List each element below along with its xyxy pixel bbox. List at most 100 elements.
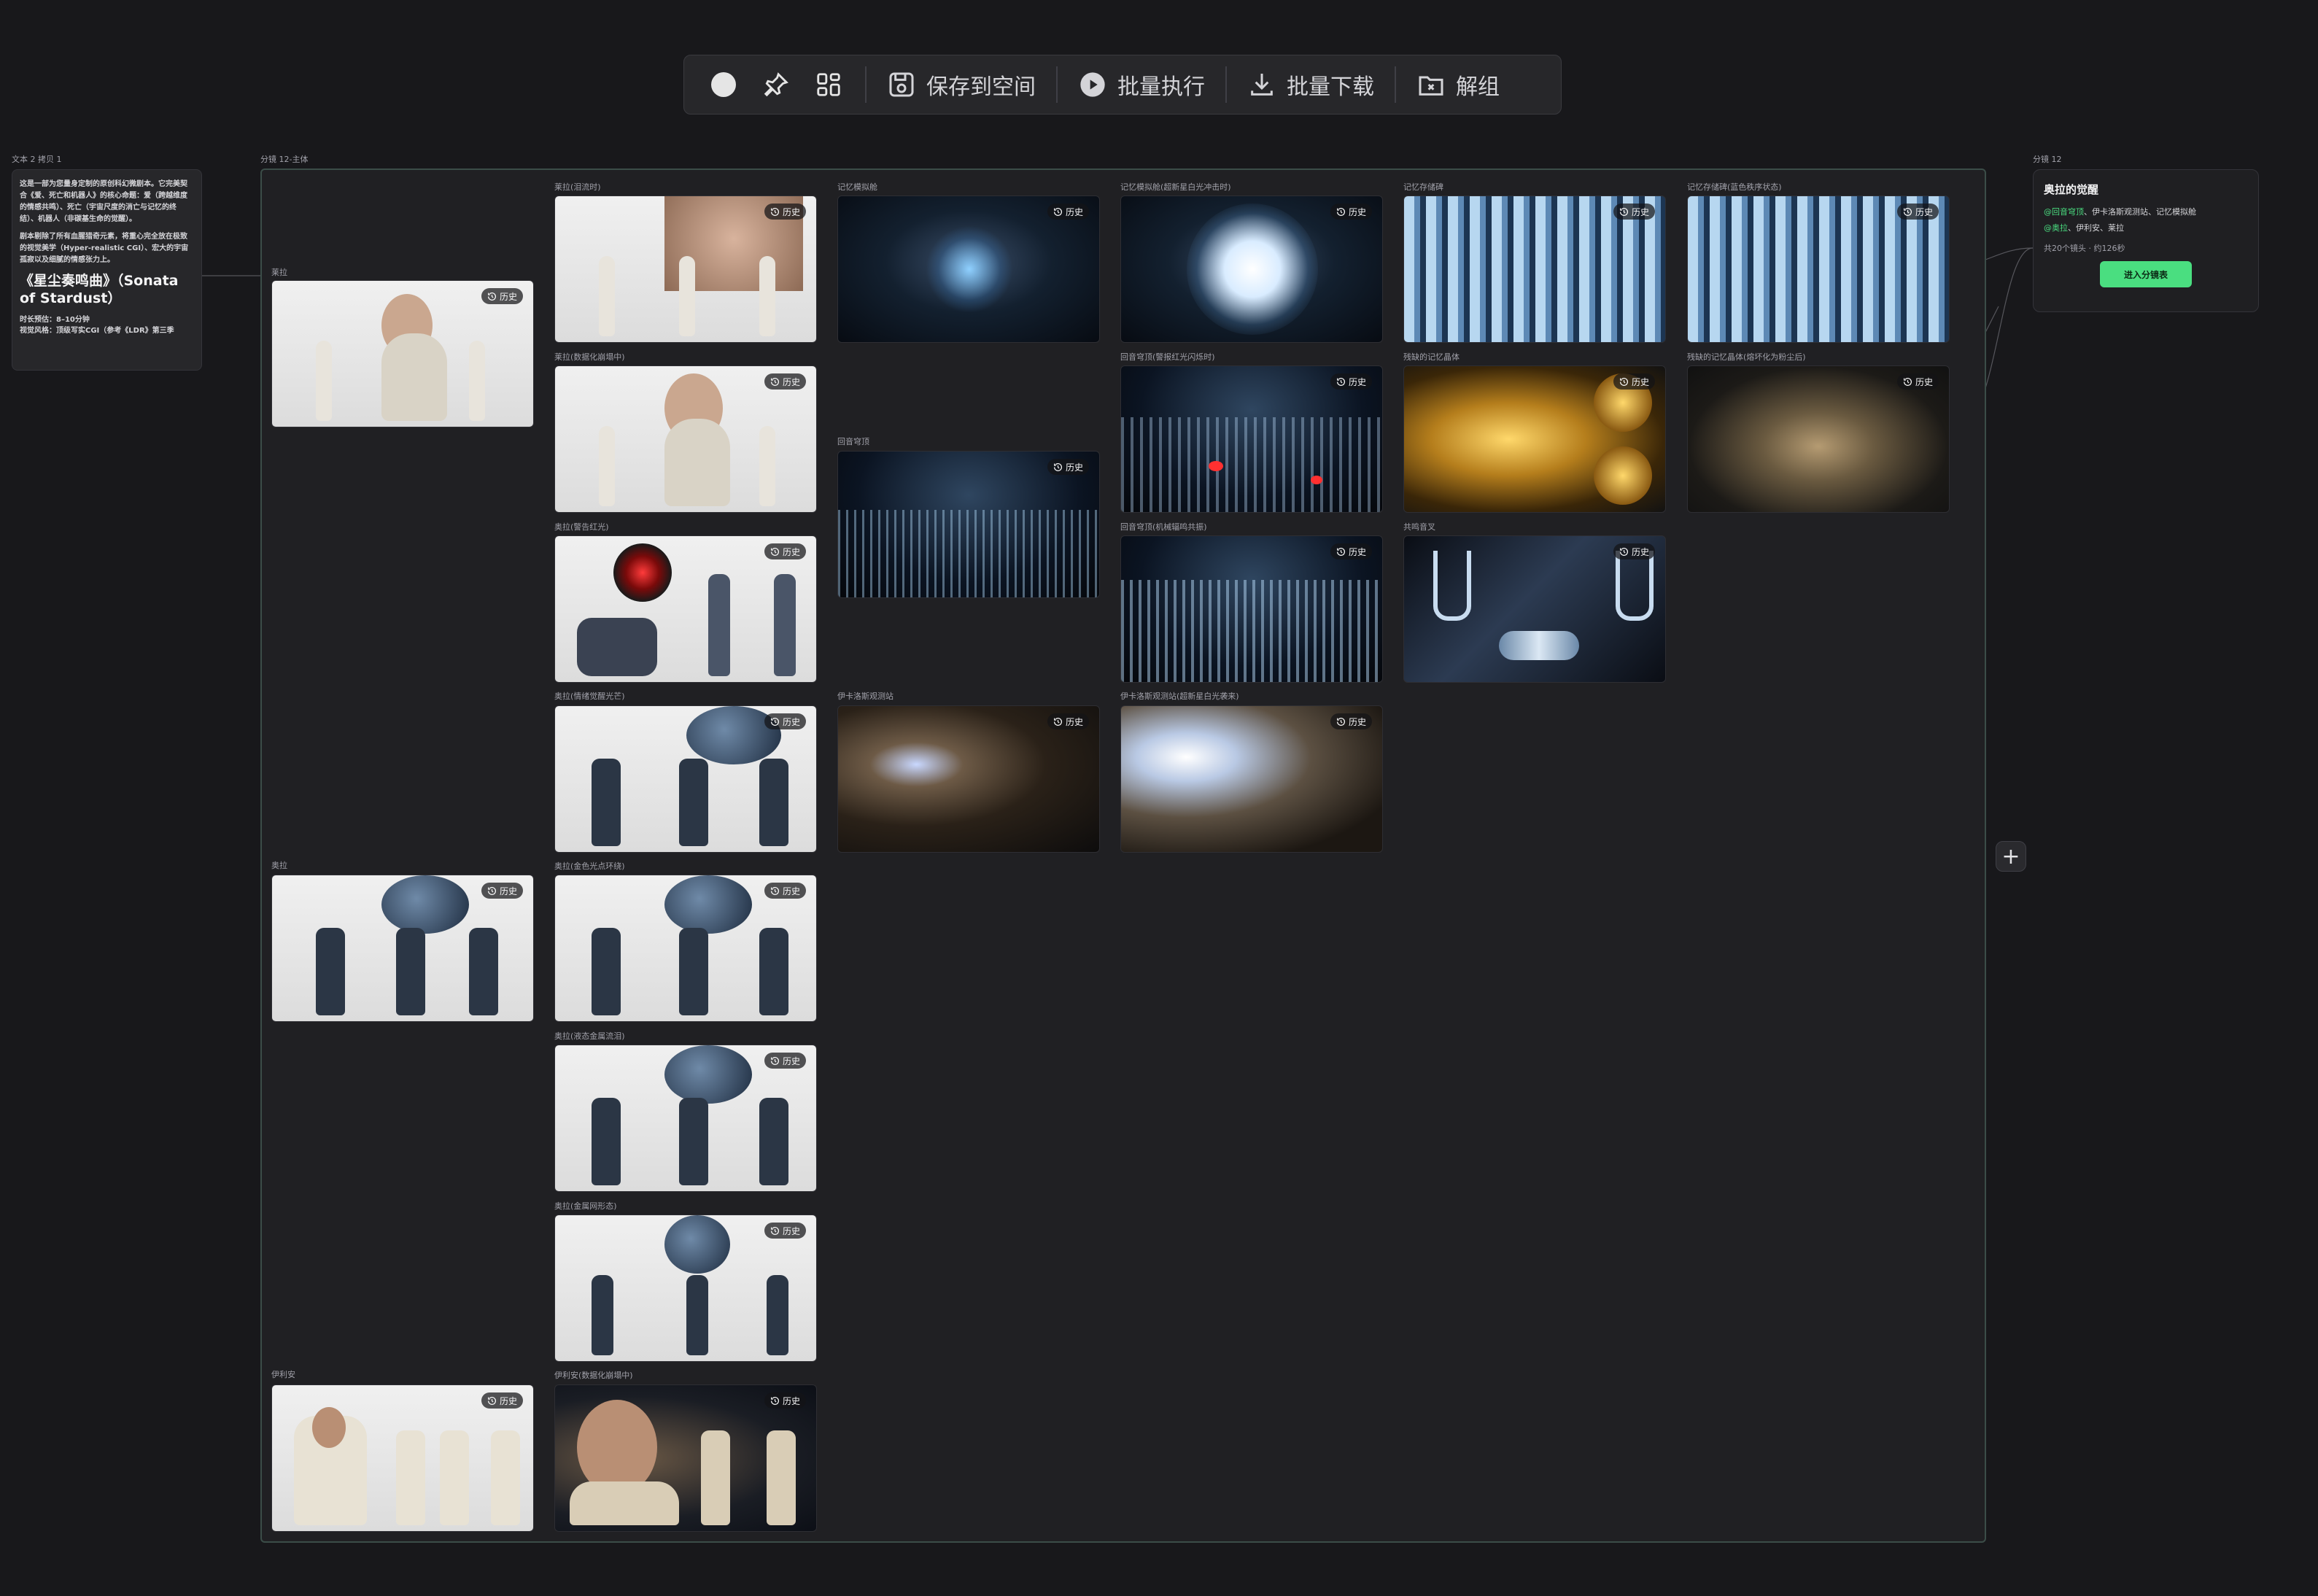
history-button[interactable]: 历史: [1330, 204, 1372, 220]
history-icon: [1337, 377, 1345, 386]
history-button[interactable]: 历史: [764, 1223, 806, 1239]
image-node-aura-metal-mesh[interactable]: 历史: [554, 1215, 817, 1362]
image-node-aura-red-alert[interactable]: 历史: [554, 535, 817, 683]
history-button[interactable]: 历史: [1613, 373, 1655, 390]
record-icon[interactable]: [697, 55, 750, 115]
history-button[interactable]: 历史: [764, 1392, 806, 1409]
history-label: 历史: [499, 291, 517, 302]
scene-location-tag[interactable]: @回音穹顶: [2044, 207, 2084, 217]
batch-run-button[interactable]: 批量执行: [1068, 55, 1215, 115]
node-label: 记忆存储碑: [1403, 182, 1443, 192]
history-button[interactable]: 历史: [764, 713, 806, 729]
scene-title: 奥拉的觉醒: [2044, 183, 2099, 196]
script-duration: 时长预估：8–10分钟: [20, 316, 90, 324]
node-label: 奥拉(液态金属流泪): [554, 1031, 625, 1041]
history-button[interactable]: 历史: [764, 373, 806, 390]
node-label: 共鸣音叉: [1403, 522, 1435, 532]
history-icon: [1337, 717, 1345, 726]
script-text-card[interactable]: 这是一部为您量身定制的原创科幻微剧本。它完美契合《爱、死亡和机器人》的核心命题：…: [12, 169, 202, 371]
history-button[interactable]: 历史: [1047, 459, 1089, 475]
history-button[interactable]: 历史: [481, 1392, 523, 1409]
image-node-crystal-dust[interactable]: 历史: [1687, 365, 1950, 513]
history-button[interactable]: 历史: [764, 883, 806, 899]
history-button[interactable]: 历史: [481, 883, 523, 899]
history-button[interactable]: 历史: [1896, 204, 1939, 220]
image-node-icarus-supernova[interactable]: 历史: [1120, 705, 1383, 853]
node-label: 伊利安(数据化崩塌中): [554, 1371, 633, 1380]
scene-card[interactable]: 奥拉的觉醒 @回音穹顶、伊卡洛斯观测站、记忆模拟舱 @奥拉、伊利安、莱拉 共20…: [2033, 169, 2259, 312]
image-node-aura-awakening[interactable]: 历史: [554, 705, 817, 853]
pin-icon[interactable]: [750, 55, 802, 115]
node-label: 回音穹顶(机械辐鸣共振): [1120, 522, 1207, 532]
image-node-aura[interactable]: 历史: [271, 875, 534, 1022]
node-label: 记忆模拟舱: [837, 182, 877, 192]
image-node-memory-pod-supernova[interactable]: 历史: [1120, 195, 1383, 343]
node-label: 残缺的记忆晶体: [1403, 352, 1460, 362]
history-icon: [771, 717, 779, 726]
history-icon: [488, 292, 496, 301]
image-node-memory-monolith[interactable]: 历史: [1403, 195, 1666, 343]
image-node-ilian[interactable]: 历史: [271, 1384, 534, 1532]
history-button[interactable]: 历史: [1613, 543, 1655, 559]
node-label: 莱拉(数据化崩塌中): [554, 352, 625, 362]
history-label: 历史: [782, 716, 800, 727]
history-icon: [771, 886, 779, 895]
image-node-echo-dome-resonance[interactable]: 历史: [1120, 535, 1383, 683]
history-button[interactable]: 历史: [1330, 713, 1372, 729]
add-node-button[interactable]: +: [1996, 841, 2026, 872]
history-label: 历史: [1065, 206, 1083, 217]
history-button[interactable]: 历史: [1047, 204, 1089, 220]
history-icon: [1904, 207, 1912, 216]
image-node-laila-dataized[interactable]: 历史: [554, 365, 817, 513]
image-node-broken-crystal[interactable]: 历史: [1403, 365, 1666, 513]
image-node-echo-dome-red-alarm[interactable]: 历史: [1120, 365, 1383, 513]
history-button[interactable]: 历史: [764, 204, 806, 220]
history-button[interactable]: 历史: [1330, 543, 1372, 559]
history-icon: [771, 1056, 779, 1065]
node-label: 奥拉(情绪觉醒光芒): [554, 692, 625, 701]
history-label: 历史: [782, 206, 800, 217]
history-icon: [771, 207, 779, 216]
image-node-laila-tears[interactable]: 历史: [554, 195, 817, 343]
history-icon: [1054, 207, 1062, 216]
batch-run-label: 批量执行: [1117, 74, 1205, 100]
image-node-ilian-dataized[interactable]: 历史: [554, 1384, 817, 1532]
history-button[interactable]: 历史: [1613, 204, 1655, 220]
history-button[interactable]: 历史: [1330, 373, 1372, 390]
image-node-echo-dome[interactable]: 历史: [837, 451, 1100, 598]
toolbar-divider: [1395, 66, 1396, 103]
history-button[interactable]: 历史: [1896, 373, 1939, 390]
toolbar-divider: [1056, 66, 1058, 103]
scene-character-tag[interactable]: @奥拉: [2044, 223, 2068, 233]
image-node-aura-liquid-tears[interactable]: 历史: [554, 1045, 817, 1192]
scene-characters-rest: 、伊利安、莱拉: [2068, 223, 2124, 233]
save-to-space-label: 保存到空间: [926, 74, 1036, 100]
image-node-aura-golden-lights[interactable]: 历史: [554, 875, 817, 1022]
node-label: 回音穹顶: [837, 437, 869, 446]
download-icon: [1251, 74, 1273, 96]
history-button[interactable]: 历史: [481, 288, 523, 304]
image-node-laila[interactable]: 历史: [271, 280, 534, 427]
history-label: 历史: [782, 1395, 800, 1406]
scene-locations-rest: 、伊卡洛斯观测站、记忆模拟舱: [2084, 207, 2196, 217]
script-title: 《星尘奏鸣曲》（Sonata of Stardust）: [20, 273, 179, 306]
batch-download-button[interactable]: 批量下载: [1237, 55, 1384, 115]
history-label: 历史: [1348, 716, 1366, 727]
history-button[interactable]: 历史: [764, 1053, 806, 1069]
node-label: 莱拉: [271, 268, 287, 277]
history-button[interactable]: 历史: [764, 543, 806, 559]
layout-grid-icon[interactable]: [802, 55, 855, 115]
image-node-icarus-observatory[interactable]: 历史: [837, 705, 1100, 853]
image-node-memory-monolith-blue[interactable]: 历史: [1687, 195, 1950, 343]
ungroup-label: 解组: [1456, 74, 1500, 100]
history-icon: [1054, 717, 1062, 726]
history-label: 历史: [1065, 716, 1083, 727]
history-label: 历史: [1915, 376, 1933, 387]
ungroup-button[interactable]: 解组: [1406, 55, 1510, 115]
enter-storyboard-button[interactable]: 进入分镜表: [2100, 261, 2192, 287]
save-to-space-button[interactable]: 保存到空间: [877, 55, 1046, 115]
image-node-resonance-fork[interactable]: 历史: [1403, 535, 1666, 683]
history-button[interactable]: 历史: [1047, 713, 1089, 729]
history-icon: [488, 886, 496, 895]
image-node-memory-pod[interactable]: 历史: [837, 195, 1100, 343]
